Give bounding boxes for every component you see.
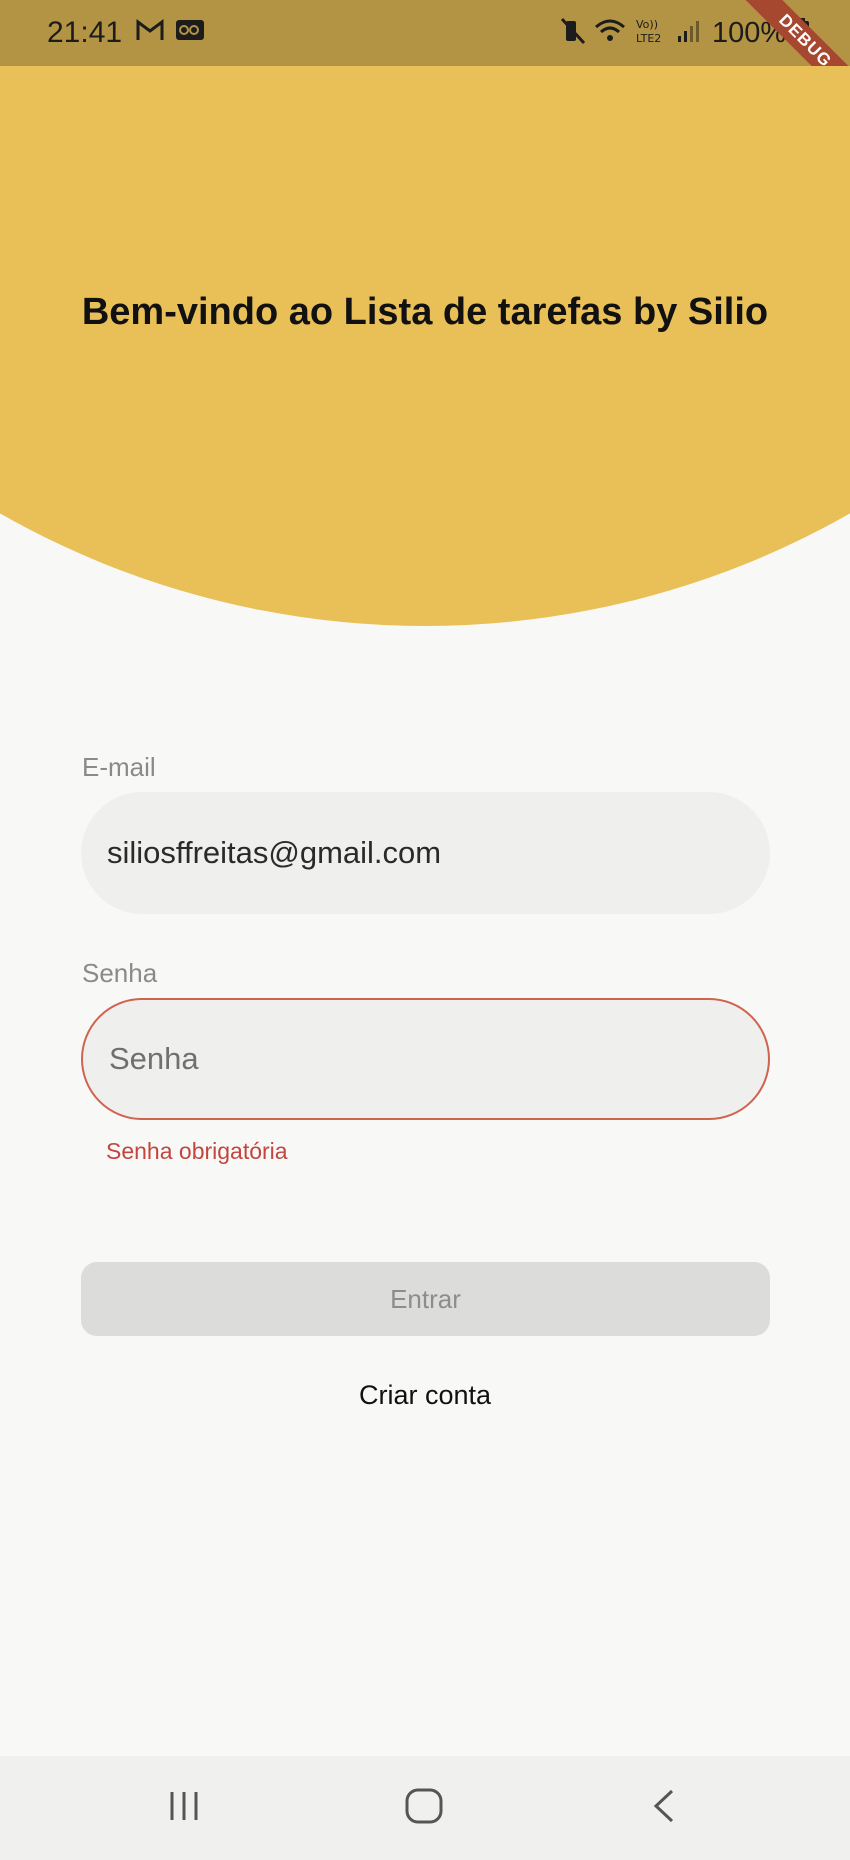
email-field[interactable]: siliosffreitas@gmail.com bbox=[81, 792, 770, 914]
recent-apps-icon[interactable] bbox=[168, 1788, 200, 1829]
password-field[interactable]: Senha bbox=[81, 998, 770, 1120]
status-bar: 21:41 Vo)) LTE2 100% bbox=[0, 0, 850, 66]
volte-lte2-icon: Vo)) LTE2 bbox=[634, 16, 668, 51]
password-label: Senha bbox=[82, 958, 158, 988]
svg-text:LTE2: LTE2 bbox=[636, 32, 661, 45]
system-nav-bar bbox=[0, 1756, 850, 1860]
welcome-header: Bem-vindo ao Lista de tarefas by Silio bbox=[0, 66, 850, 626]
status-time: 21:41 bbox=[47, 16, 123, 49]
create-account-button[interactable]: Criar conta bbox=[0, 1380, 850, 1411]
header-background bbox=[0, 66, 850, 626]
password-error-text: Senha obrigatória bbox=[106, 1138, 288, 1164]
password-placeholder: Senha bbox=[109, 1041, 199, 1076]
login-button[interactable]: Entrar bbox=[81, 1262, 770, 1336]
welcome-title: Bem-vindo ao Lista de tarefas by Silio bbox=[81, 291, 769, 333]
voicemail-icon bbox=[175, 18, 205, 47]
gmail-icon bbox=[135, 18, 165, 47]
svg-text:Vo)): Vo)) bbox=[636, 18, 658, 31]
vibrate-mute-icon bbox=[560, 17, 586, 50]
wifi-icon bbox=[594, 17, 626, 50]
status-left-icons bbox=[135, 18, 205, 47]
email-value: siliosffreitas@gmail.com bbox=[107, 835, 442, 870]
home-icon[interactable] bbox=[404, 1788, 444, 1829]
email-label: E-mail bbox=[82, 752, 156, 782]
back-icon[interactable] bbox=[650, 1788, 678, 1829]
signal-icon bbox=[676, 18, 700, 49]
